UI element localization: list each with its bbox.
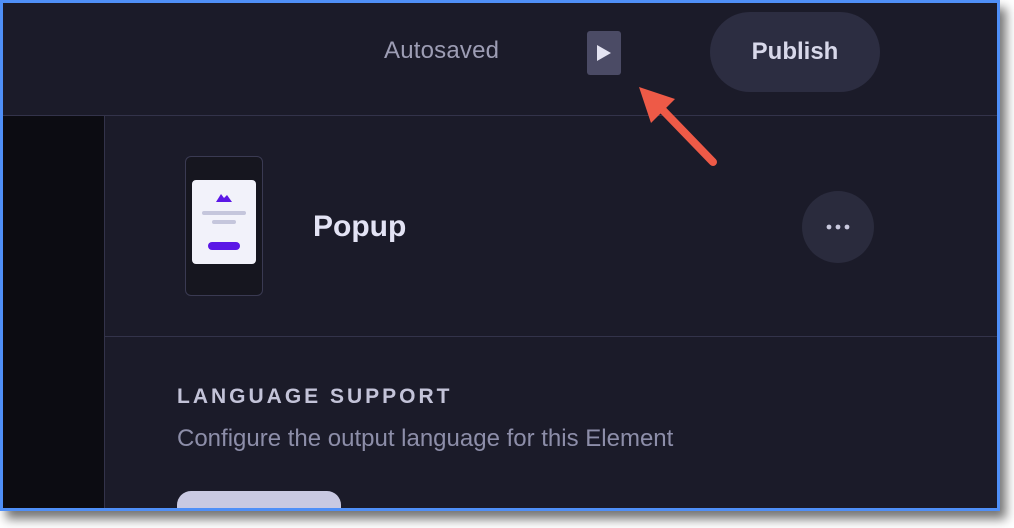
publish-button[interactable]: Publish bbox=[710, 12, 880, 92]
top-bar: Autosaved Publish bbox=[3, 3, 997, 116]
popup-thumbnail[interactable] bbox=[185, 156, 263, 296]
more-horizontal-icon bbox=[826, 224, 850, 230]
element-name: Popup bbox=[313, 210, 407, 243]
more-options-button[interactable] bbox=[802, 191, 874, 263]
thumbnail-line bbox=[202, 211, 246, 215]
thumbnail-line bbox=[212, 220, 236, 224]
play-icon bbox=[597, 45, 611, 61]
section-title: LANGUAGE SUPPORT bbox=[177, 385, 453, 408]
element-card: Popup bbox=[105, 116, 997, 337]
autosave-status: Autosaved bbox=[384, 37, 500, 64]
preview-button[interactable] bbox=[587, 31, 621, 75]
thumbnail-cta bbox=[208, 242, 240, 250]
image-placeholder-icon bbox=[216, 194, 232, 202]
app-window: Autosaved Publish Popup LANGUAGE SUPPORT… bbox=[0, 0, 1000, 511]
language-support-section: LANGUAGE SUPPORT Configure the output la… bbox=[105, 337, 997, 508]
left-rail bbox=[3, 116, 105, 508]
section-description: Configure the output language for this E… bbox=[177, 425, 674, 452]
language-select-button[interactable] bbox=[177, 491, 341, 508]
popup-thumbnail-icon bbox=[192, 180, 256, 264]
